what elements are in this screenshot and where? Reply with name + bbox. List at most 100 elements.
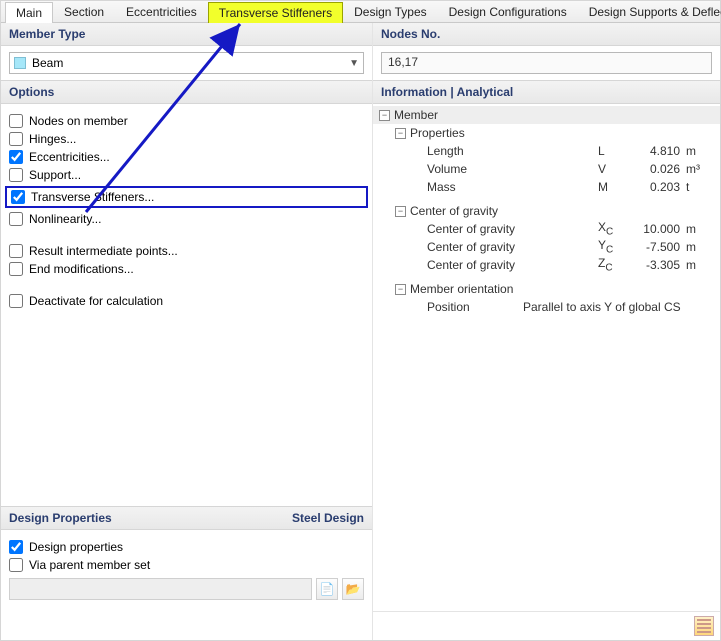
option-label: Result intermediate points... (29, 244, 178, 258)
pick-set-button[interactable]: 📂 (342, 578, 364, 600)
member-type-swatch (14, 57, 26, 69)
columns: Member Type Beam ▼ Options Nodes on memb… (1, 23, 720, 640)
tree-row-val: 10.000 (632, 222, 686, 236)
option-result-intermediate-points[interactable]: Result intermediate points... (9, 244, 364, 258)
option-label: Eccentricities... (29, 150, 110, 164)
new-set-button[interactable]: 📄 (316, 578, 338, 600)
checkbox[interactable] (11, 190, 25, 204)
right-footer (373, 611, 720, 640)
tree-row-unit: m (686, 240, 714, 254)
option-label: Design properties (29, 540, 123, 554)
member-type-dropdown[interactable]: Beam ▼ (9, 52, 364, 74)
checkbox[interactable] (9, 212, 23, 226)
tree-group-label: Center of gravity (410, 204, 714, 218)
option-label: Hinges... (29, 132, 76, 146)
option-label: Via parent member set (29, 558, 150, 572)
design-properties-panel: Design properties Via parent member set … (1, 530, 372, 640)
tab-bar: Main Section Eccentricities Transverse S… (1, 1, 720, 23)
check-via-parent-set[interactable]: Via parent member set (9, 558, 364, 572)
tree-row-cog-x: Center of gravity XC 10.000 m (373, 220, 720, 238)
checkbox[interactable] (9, 294, 23, 308)
tree-row-label: Length (427, 144, 598, 158)
parent-set-field[interactable] (9, 578, 312, 600)
option-transverse-stiffeners[interactable]: Transverse Stiffeners... (11, 190, 362, 204)
tree-row-unit: m³ (686, 162, 714, 176)
checkbox[interactable] (9, 540, 23, 554)
tree-group-label: Member orientation (410, 282, 714, 296)
tree-group-properties[interactable]: − Properties (373, 124, 720, 142)
option-nodes-on-member[interactable]: Nodes on member (9, 114, 364, 128)
checkbox[interactable] (9, 262, 23, 276)
check-design-properties[interactable]: Design properties (9, 540, 364, 554)
nodes-input[interactable]: 16,17 (381, 52, 712, 74)
tab-transverse-stiffeners[interactable]: Transverse Stiffeners (208, 2, 343, 23)
option-support[interactable]: Support... (9, 168, 364, 182)
checkbox[interactable] (9, 132, 23, 146)
option-eccentricities[interactable]: Eccentricities... (9, 150, 364, 164)
tree-row-label: Volume (427, 162, 598, 176)
tree-row-sym: M (598, 180, 632, 194)
collapse-icon[interactable]: − (395, 284, 406, 295)
tree-group-cog[interactable]: − Center of gravity (373, 202, 720, 220)
tree-row-mass: Mass M 0.203 t (373, 178, 720, 196)
tree-row-sym: V (598, 162, 632, 176)
tree-row-label: Center of gravity (427, 240, 598, 254)
checkbox[interactable] (9, 244, 23, 258)
option-label: Deactivate for calculation (29, 294, 163, 308)
member-type-value: Beam (32, 56, 349, 70)
option-label: Nonlinearity... (29, 212, 101, 226)
options-header: Options (1, 80, 372, 104)
tab-design-types[interactable]: Design Types (343, 1, 438, 22)
tree-row-val: 0.026 (632, 162, 686, 176)
info-header: Information | Analytical (373, 80, 720, 104)
option-hinges[interactable]: Hinges... (9, 132, 364, 146)
tree-row-unit: m (686, 258, 714, 272)
tree-row-length: Length L 4.810 m (373, 142, 720, 160)
tab-design-configurations[interactable]: Design Configurations (438, 1, 578, 22)
tree-group-orientation[interactable]: − Member orientation (373, 280, 720, 298)
tree-row-val: 0.203 (632, 180, 686, 194)
option-label: Transverse Stiffeners... (31, 190, 154, 204)
tree-member-row[interactable]: − Member (373, 106, 720, 124)
option-transverse-stiffeners-highlight: Transverse Stiffeners... (5, 186, 368, 208)
tab-design-supports-deflection[interactable]: Design Supports & Deflection (578, 1, 721, 22)
tree-row-volume: Volume V 0.026 m³ (373, 160, 720, 178)
info-tree: − Member − Properties Length L 4.810 m (373, 104, 720, 611)
tree-row-unit: t (686, 180, 714, 194)
collapse-icon[interactable]: − (395, 206, 406, 217)
tree-row-sym: L (598, 144, 632, 158)
new-icon: 📄 (320, 582, 335, 596)
left-column: Member Type Beam ▼ Options Nodes on memb… (1, 23, 373, 640)
member-type-header: Member Type (1, 23, 372, 46)
option-label: End modifications... (29, 262, 134, 276)
checkbox[interactable] (9, 150, 23, 164)
tree-group-label: Properties (410, 126, 714, 140)
checkbox[interactable] (9, 168, 23, 182)
tab-main[interactable]: Main (5, 2, 53, 23)
collapse-icon[interactable]: − (395, 128, 406, 139)
option-nonlinearity[interactable]: Nonlinearity... (9, 212, 364, 226)
option-label: Nodes on member (29, 114, 128, 128)
right-column: Nodes No. 16,17 Information | Analytical… (373, 23, 720, 640)
option-deactivate-calc[interactable]: Deactivate for calculation (9, 294, 364, 308)
checkbox[interactable] (9, 114, 23, 128)
tree-row-unit: m (686, 222, 714, 236)
tab-eccentricities[interactable]: Eccentricities (115, 1, 208, 22)
dialog-root: Main Section Eccentricities Transverse S… (0, 0, 721, 641)
tree-row-unit: m (686, 144, 714, 158)
checkbox[interactable] (9, 558, 23, 572)
option-end-modifications[interactable]: End modifications... (9, 262, 364, 276)
tree-row-position: Position Parallel to axis Y of global CS (373, 298, 720, 316)
tree-member-label: Member (394, 108, 714, 122)
properties-icon-button[interactable] (694, 616, 714, 636)
tab-section[interactable]: Section (53, 1, 115, 22)
tree-row-label: Position (427, 300, 523, 314)
collapse-icon[interactable]: − (379, 110, 390, 121)
design-module-label: Steel Design (292, 511, 364, 525)
design-properties-label: Design Properties (9, 511, 112, 525)
design-properties-header: Design Properties Steel Design (1, 506, 372, 530)
pick-icon: 📂 (346, 582, 361, 596)
tree-row-val: -7.500 (632, 240, 686, 254)
tree-row-val: -3.305 (632, 258, 686, 272)
tree-row-label: Center of gravity (427, 222, 598, 236)
